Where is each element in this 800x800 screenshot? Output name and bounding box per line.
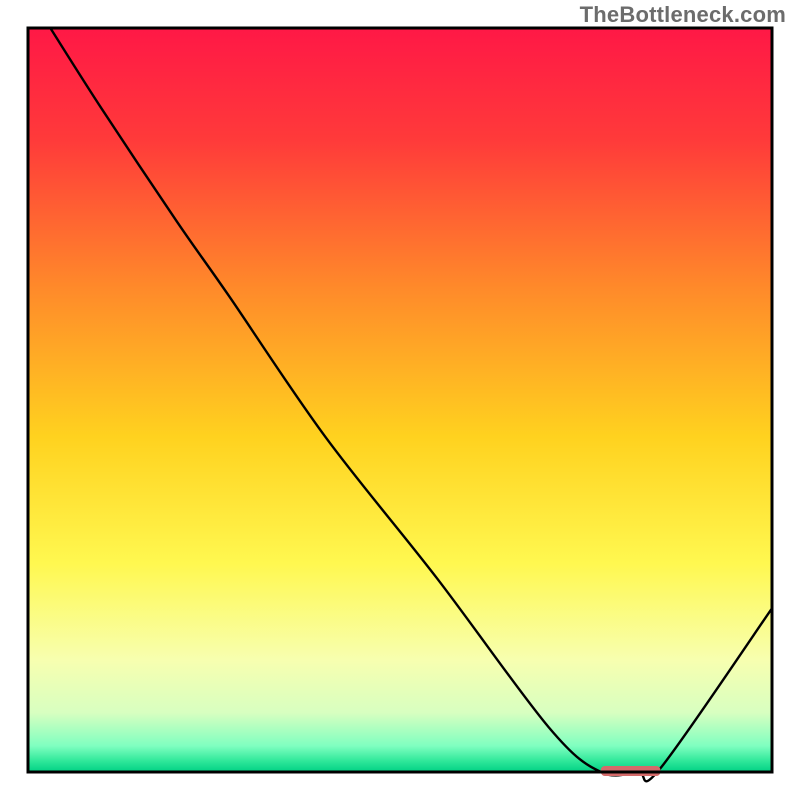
gradient-background (28, 28, 772, 772)
bottleneck-chart (0, 0, 800, 800)
attribution-label: TheBottleneck.com (580, 2, 786, 28)
chart-root: TheBottleneck.com (0, 0, 800, 800)
